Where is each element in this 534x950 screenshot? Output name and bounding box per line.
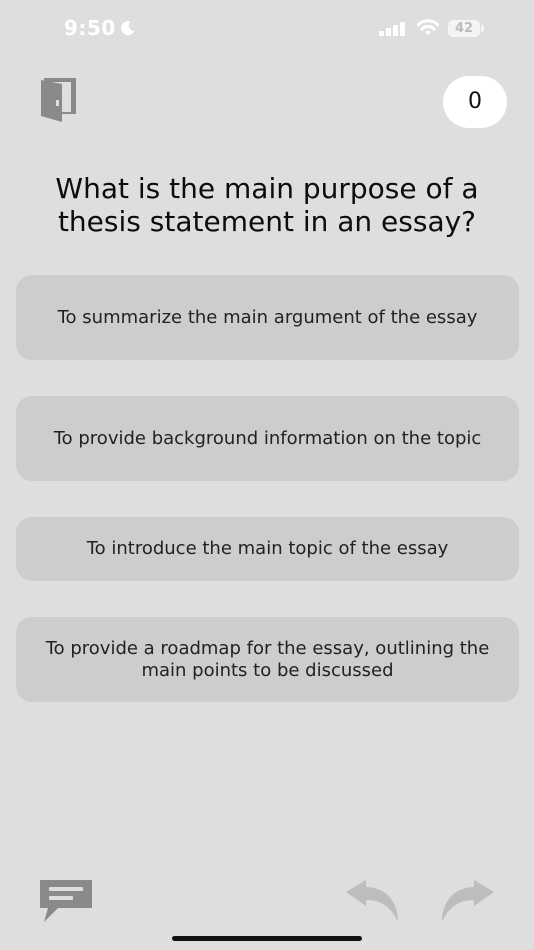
question-text: What is the main purpose of a thesis sta… — [55, 172, 479, 238]
answer-option-3[interactable]: To introduce the main topic of the essay — [16, 517, 519, 581]
battery-icon: 42 — [448, 20, 484, 37]
undo-arrow-icon — [346, 880, 398, 922]
feedback-chat-icon — [40, 880, 92, 922]
battery-level: 42 — [448, 20, 480, 37]
redo-arrow-icon — [442, 880, 494, 922]
exit-door-icon — [41, 78, 76, 122]
feedback-button[interactable] — [38, 878, 94, 924]
answer-option-1[interactable]: To summarize the main argument of the es… — [16, 275, 519, 360]
answer-option-label: To provide background information on the… — [53, 427, 482, 449]
status-time-text: 9:50 — [64, 16, 116, 40]
signal-icon — [379, 22, 405, 36]
answer-option-label: To introduce the main topic of the essay — [86, 538, 449, 559]
home-indicator — [172, 936, 362, 941]
moon-icon — [120, 21, 135, 36]
undo-button[interactable] — [344, 878, 400, 924]
status-time: 9:50 — [64, 16, 136, 40]
redo-button[interactable] — [440, 878, 496, 924]
status-bar: 9:50 42 — [0, 0, 534, 60]
answer-option-label: To summarize the main argument of the es… — [57, 306, 478, 328]
score-badge: 0 — [443, 76, 507, 128]
answer-option-2[interactable]: To provide background information on the… — [16, 396, 519, 481]
answer-option-label: To provide a roadmap for the essay, outl… — [45, 637, 490, 681]
wifi-icon — [417, 19, 439, 35]
battery-tip — [481, 25, 484, 32]
exit-button[interactable] — [36, 74, 84, 126]
answer-option-4[interactable]: To provide a roadmap for the essay, outl… — [16, 617, 519, 702]
